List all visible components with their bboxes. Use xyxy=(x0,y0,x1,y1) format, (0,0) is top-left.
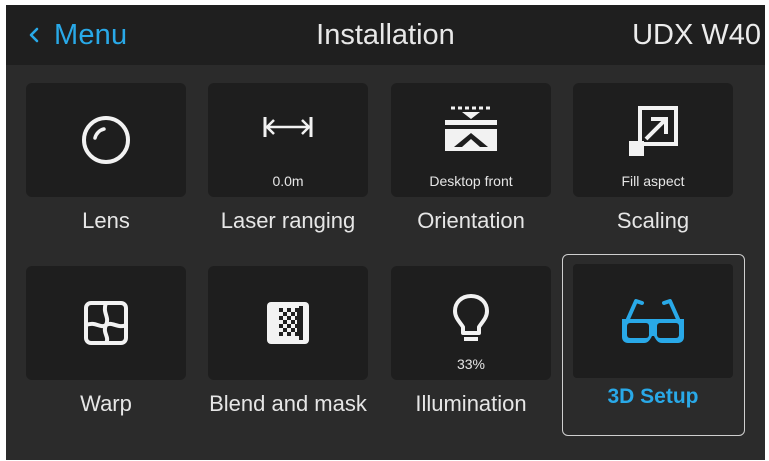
tile-blend-and-mask[interactable] xyxy=(208,266,368,380)
blend-mask-icon xyxy=(208,266,368,380)
tile-laser-ranging[interactable]: 0.0m xyxy=(208,83,368,197)
orientation-value: Desktop front xyxy=(429,173,513,189)
tile-blend-and-mask-label: Blend and mask xyxy=(209,391,367,416)
3d-glasses-icon xyxy=(573,264,733,378)
tile-lens[interactable] xyxy=(26,83,186,197)
back-button[interactable]: Menu xyxy=(28,15,127,55)
tile-orientation-label: Orientation xyxy=(417,208,525,233)
installation-screen: Menu Installation UDX W40 Lens 0.0m Lase… xyxy=(6,5,765,460)
tile-warp[interactable] xyxy=(26,266,186,380)
warp-icon xyxy=(26,266,186,380)
scaling-value: Fill aspect xyxy=(621,173,685,189)
tile-illumination[interactable]: 33% xyxy=(391,266,551,380)
tile-orientation[interactable]: Desktop front xyxy=(391,83,551,197)
tile-warp-label: Warp xyxy=(80,391,132,416)
model-name: UDX W40 xyxy=(632,18,761,51)
header-bar: Menu Installation UDX W40 xyxy=(6,5,765,65)
back-label: Menu xyxy=(54,18,128,51)
tile-laser-ranging-label: Laser ranging xyxy=(220,208,356,233)
tile-scaling[interactable]: Fill aspect xyxy=(573,83,733,197)
tile-3d-setup[interactable]: 3D Setup xyxy=(562,254,745,436)
lens-circle-icon xyxy=(26,83,186,197)
laser-ranging-value: 0.0m xyxy=(272,173,304,189)
chevron-left-icon xyxy=(29,27,39,43)
tile-illumination-label: Illumination xyxy=(415,391,527,416)
illumination-value: 33% xyxy=(456,356,486,372)
tile-lens-label: Lens xyxy=(82,208,130,233)
tile-scaling-label: Scaling xyxy=(616,208,690,233)
tile-3d-setup-label: 3D Setup xyxy=(607,385,699,408)
